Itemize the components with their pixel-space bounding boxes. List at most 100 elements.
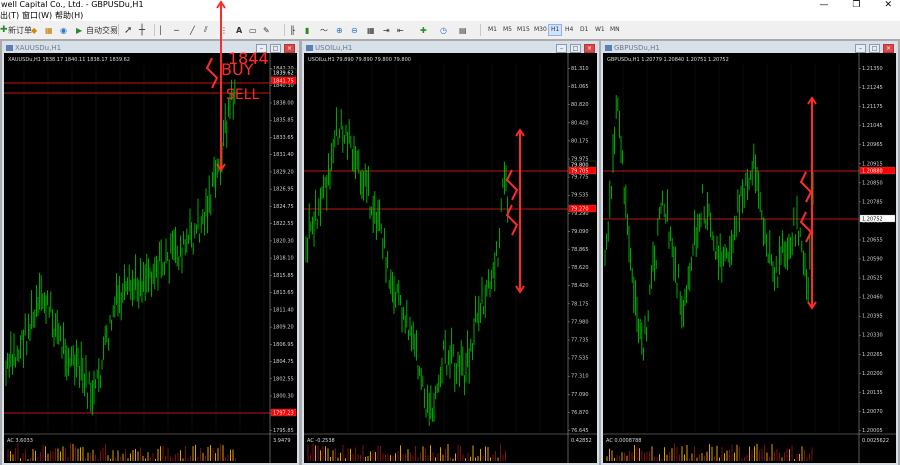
price-chart[interactable]: USOILu,H1 79.890 79.890 79.800 79.800 81.… (304, 53, 597, 463)
periodicity-icon[interactable]: ◷ (440, 24, 447, 36)
chart-window-title-bar[interactable]: USOILu,H1 – □ × (304, 43, 597, 53)
price-tick-label: 1.20915 (862, 161, 883, 167)
indicators-icon[interactable]: ✚ (420, 24, 427, 36)
price-tick-label: 1.20965 (862, 142, 883, 148)
chart-shift-icon[interactable]: ⇤ (397, 24, 404, 36)
new-order-button[interactable]: 新订单 (8, 24, 32, 36)
indicator-scale-label: 3.9479 (273, 438, 291, 444)
chart-window-usoil[interactable]: USOILu,H1 – □ × USOILu,H1 79.890 79.890 79… (302, 41, 599, 465)
price-tick-label: 1.20785 (862, 199, 883, 205)
price-tick-label: 1.20460 (862, 295, 883, 301)
menu-tools[interactable]: 出(T) (0, 10, 19, 21)
chart-icon (6, 45, 13, 51)
price-tag-label: 79.270 (571, 207, 589, 213)
maximize-icon[interactable]: □ (570, 44, 581, 53)
minimize-icon[interactable]: — (819, 0, 828, 10)
navigator-icon[interactable]: ◉ (60, 24, 67, 36)
new-order-icon[interactable]: ✚ (0, 24, 8, 36)
tf-m30[interactable]: M30 (532, 25, 549, 35)
toolbar: ✚ 新订单 ◆ ▦ ◉ ▶ 自动交易 ➚ ┼ │ ─ ╱ ⫽ ⋮ A ▭ ✎ ╟… (0, 21, 900, 40)
tf-d1[interactable]: D1 (578, 25, 590, 35)
cursor-icon[interactable]: ➚ (124, 24, 132, 36)
chart-window-gbpusd[interactable]: GBPUSDu,H1 – □ × GBPUSDu,H1 1.20779 1.2084… (601, 41, 898, 465)
price-tick-label: 1835.85 (273, 118, 294, 124)
price-tick-label: 1826.95 (273, 187, 294, 193)
price-tick-label: 78.175 (571, 301, 589, 307)
close-icon[interactable]: × (584, 44, 595, 53)
price-tick-label: 77.735 (571, 338, 589, 344)
price-tick-label: 1815.85 (273, 273, 294, 279)
window-controls: — ❐ ✕ (819, 0, 892, 10)
chart-icon (306, 45, 313, 51)
line-chart-icon[interactable]: 〜 (320, 24, 328, 36)
chart-window-title: USOILu,H1 (315, 44, 353, 52)
price-tick-label: 1829.20 (273, 169, 294, 175)
chart-header: XAUUSDu,H1 1838.17 1840.11 1838.17 1839.… (8, 57, 130, 63)
price-tick-label: 1.20850 (862, 180, 883, 186)
autotrade-button[interactable]: 自动交易 (86, 24, 118, 36)
tf-m5[interactable]: M5 (501, 25, 514, 35)
minimize-icon[interactable]: – (855, 44, 866, 53)
price-tick-label: 1811.40 (273, 307, 294, 313)
channel-icon[interactable]: ⫽ (204, 24, 208, 36)
price-tick-label: 1.21350 (862, 66, 883, 72)
menu-window[interactable]: 窗口(W) (22, 10, 52, 21)
tf-m15[interactable]: M15 (515, 25, 532, 35)
price-tick-label: 1824.75 (273, 204, 294, 210)
tf-mn[interactable]: MN (608, 25, 622, 35)
tf-h1[interactable]: H1 (547, 24, 563, 36)
candlestick-icon[interactable]: ▮ (305, 24, 309, 36)
text-icon[interactable]: A (236, 24, 242, 36)
price-tick-label: 1.20070 (862, 409, 883, 415)
bar-chart-icon[interactable]: ╟ (290, 24, 295, 36)
templates-icon[interactable]: ▤ (459, 24, 467, 36)
price-tick-label: 1822.55 (273, 221, 294, 227)
crosshair-icon[interactable]: ┼ (139, 24, 145, 36)
close-icon[interactable]: × (284, 44, 295, 53)
chart-window-title-bar[interactable]: GBPUSDu,H1 – □ × (603, 43, 896, 53)
minimize-icon[interactable]: – (556, 44, 567, 53)
price-tick-label: 78.865 (571, 247, 589, 253)
shapes-icon[interactable]: ✎ (263, 24, 270, 36)
data-window-icon[interactable]: ▦ (45, 24, 53, 36)
zoom-out-icon[interactable]: ⊖ (351, 24, 358, 36)
label-icon[interactable]: ▭ (249, 24, 257, 36)
tf-h4[interactable]: H4 (563, 25, 575, 35)
fibonacci-icon[interactable]: ⋮ (220, 24, 228, 36)
price-tag-label: 1.20880 (862, 169, 883, 175)
autoscroll-icon[interactable]: ⇥ (383, 24, 390, 36)
tf-m1[interactable]: M1 (486, 25, 499, 35)
autotrade-icon[interactable]: ▶ (76, 24, 82, 36)
price-tick-label: 1802.55 (273, 376, 294, 382)
price-chart[interactable]: XAUUSDu,H1 1838.17 1840.11 1838.17 1839.… (4, 53, 297, 463)
chart-window-title: XAUUSDu,H1 (15, 44, 62, 52)
chart-workspace: XAUUSDu,H1 – □ × XAUUSDu,H1 1838.17 1840.1… (0, 39, 900, 465)
price-tag-label: 1839.62 (273, 71, 294, 77)
maximize-icon[interactable]: □ (869, 44, 880, 53)
indicator-label: AC -0.2538 (307, 438, 335, 444)
minimize-icon[interactable]: – (256, 44, 267, 53)
maximize-icon[interactable]: □ (270, 44, 281, 53)
price-tick-label: 80.175 (571, 138, 589, 144)
price-tick-label: 76.870 (571, 410, 589, 416)
close-icon[interactable]: ✕ (884, 0, 892, 10)
price-tick-label: 1818.10 (273, 256, 294, 262)
menu-help[interactable]: 帮助(H) (55, 10, 83, 21)
zoom-in-icon[interactable]: ⊕ (336, 24, 343, 36)
price-chart[interactable]: GBPUSDu,H1 1.20779 1.20840 1.20751 1.207… (603, 53, 896, 463)
price-tick-label: 1804.75 (273, 359, 294, 365)
price-tick-label: 78.420 (571, 283, 589, 289)
restore-icon[interactable]: ❐ (852, 0, 860, 10)
horizontal-line-icon[interactable]: ─ (174, 24, 179, 36)
trendline-icon[interactable]: ╱ (190, 24, 195, 36)
tf-w1[interactable]: W1 (593, 25, 607, 35)
separator (284, 24, 285, 36)
tile-windows-icon[interactable]: ▦ (367, 24, 375, 36)
chart-window-xauusd[interactable]: XAUUSDu,H1 – □ × XAUUSDu,H1 1838.17 1840.1… (2, 41, 299, 465)
price-tick-label: 79.775 (571, 175, 589, 181)
vertical-line-icon[interactable]: │ (158, 24, 163, 36)
close-icon[interactable]: × (883, 44, 894, 53)
app-title-bar: well Capital Co., Ltd. - GBPUSDu,H1 — ❐ … (0, 0, 900, 10)
market-watch-icon[interactable]: ◆ (31, 24, 37, 36)
chart-window-title-bar[interactable]: XAUUSDu,H1 – □ × (4, 43, 297, 53)
